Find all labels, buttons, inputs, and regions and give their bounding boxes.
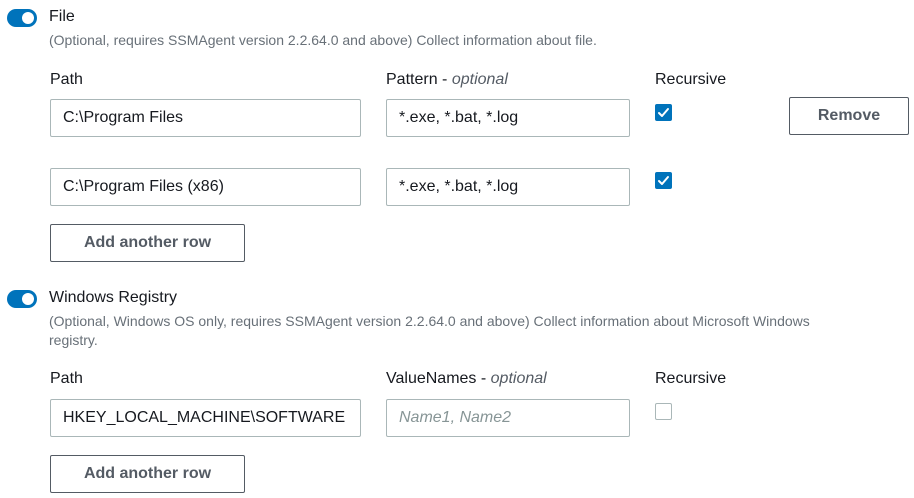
valuenames-optional-text: optional — [490, 370, 547, 387]
registry-valuenames-label: ValueNames - optional — [386, 370, 547, 388]
file-path-input-1[interactable]: C:\Program Files — [50, 99, 361, 137]
toggle-knob — [22, 293, 34, 305]
registry-valuenames-input-1[interactable]: Name1, Name2 — [386, 399, 630, 437]
file-add-row-button[interactable]: Add another row — [50, 224, 245, 262]
registry-path-label: Path — [50, 370, 83, 387]
valuenames-label-dash: - — [480, 370, 491, 387]
registry-section-title: Windows Registry — [49, 289, 178, 306]
checkmark-icon — [658, 108, 669, 117]
file-section-description: (Optional, requires SSMAgent version 2.2… — [49, 32, 597, 48]
file-recursive-checkbox-2[interactable] — [655, 172, 672, 189]
file-path-input-2[interactable]: C:\Program Files (x86) — [50, 168, 361, 206]
pattern-optional-text: optional — [451, 71, 508, 88]
file-pattern-input-2[interactable]: *.exe, *.bat, *.log — [386, 168, 630, 206]
file-pattern-label: Pattern - optional — [386, 71, 508, 89]
registry-add-row-button[interactable]: Add another row — [50, 455, 245, 493]
pattern-label-text: Pattern — [386, 71, 438, 88]
registry-section-description: (Optional, Windows OS only, requires SSM… — [49, 313, 810, 348]
toggle-knob — [22, 12, 34, 24]
registry-toggle[interactable] — [7, 290, 37, 308]
pattern-label-dash: - — [442, 71, 452, 88]
registry-recursive-checkbox-1[interactable] — [655, 403, 672, 420]
file-recursive-label: Recursive — [655, 71, 727, 88]
file-path-label: Path — [50, 71, 83, 88]
file-toggle[interactable] — [7, 9, 37, 27]
valuenames-label-text: ValueNames — [386, 370, 477, 387]
checkmark-icon — [658, 176, 669, 185]
file-recursive-checkbox-1[interactable] — [655, 104, 672, 121]
file-section-title: File — [49, 8, 75, 25]
registry-path-input-1[interactable]: HKEY_LOCAL_MACHINE\SOFTWARE — [50, 399, 361, 437]
file-pattern-input-1[interactable]: *.exe, *.bat, *.log — [386, 99, 630, 137]
remove-button[interactable]: Remove — [789, 97, 909, 135]
registry-recursive-label: Recursive — [655, 370, 727, 387]
